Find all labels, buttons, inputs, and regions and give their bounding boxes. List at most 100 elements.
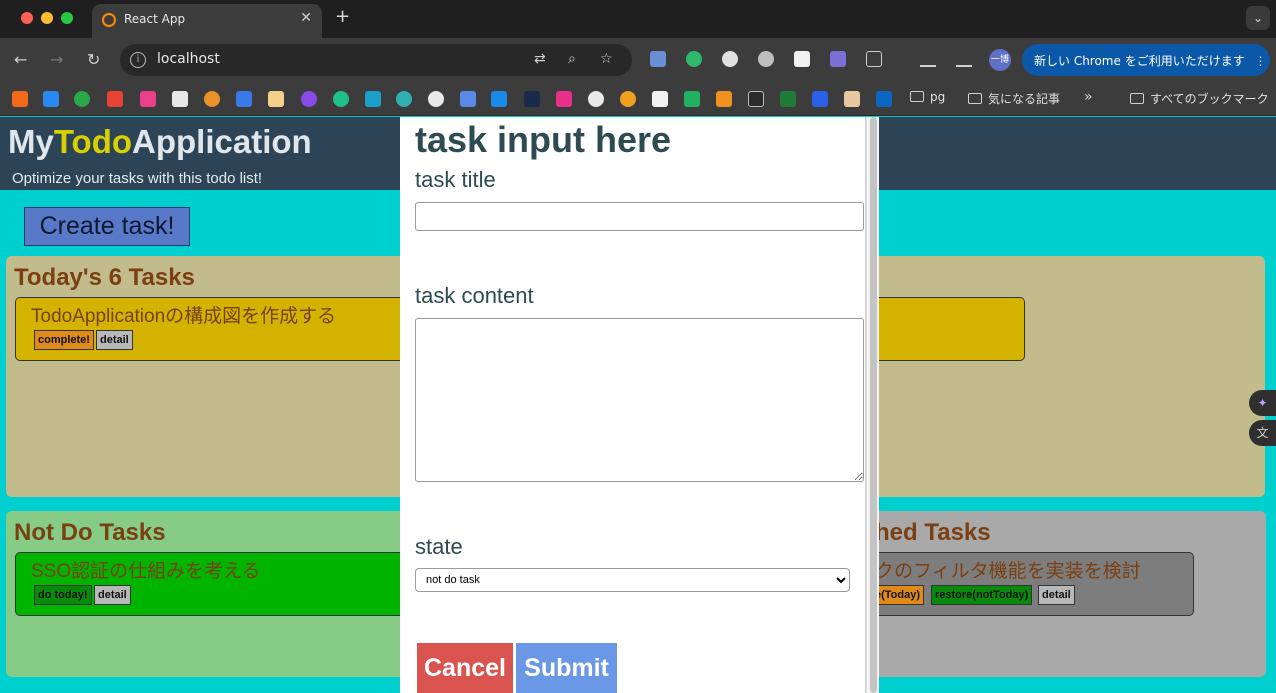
bookmark-icon[interactable] — [268, 91, 284, 107]
bookmark-folder-pg[interactable]: pg — [910, 90, 945, 104]
panel-title: Not Do Tasks — [14, 519, 166, 546]
folder-icon — [968, 93, 982, 104]
do-today-button[interactable]: do today! — [34, 585, 92, 605]
menu-dots-icon[interactable]: ⋮ — [1255, 54, 1267, 68]
translate-icon[interactable]: ⇄ — [534, 51, 546, 67]
bookmark-icon[interactable] — [333, 91, 349, 107]
profile-avatar[interactable]: 一博 — [989, 49, 1011, 71]
folder-label: 気になる記事 — [988, 92, 1061, 106]
browser-tab[interactable]: React App ✕ — [92, 4, 322, 38]
forward-arrow-icon[interactable]: → — [50, 50, 63, 69]
cloud-extension-icon[interactable] — [722, 51, 738, 67]
bookmark-star-icon[interactable]: ☆ — [600, 51, 613, 67]
scrollbar-thumb[interactable] — [870, 117, 877, 693]
translate-side-icon[interactable]: 文 — [1249, 420, 1276, 446]
bookmark-icon[interactable] — [556, 91, 572, 107]
task-title: SSO認証の仕組みを考える — [31, 561, 261, 582]
minimize-window-button[interactable] — [41, 12, 53, 24]
panel-title: Today's 6 Tasks — [14, 264, 195, 291]
zoom-icon[interactable]: ⌕ — [568, 51, 576, 67]
submit-button[interactable]: Submit — [516, 643, 617, 693]
windows-bookmark-icon[interactable] — [43, 91, 59, 107]
bookmark-icon[interactable] — [780, 91, 796, 107]
restore-not-today-button[interactable]: restore(notToday) — [931, 585, 1033, 605]
chrome-update-button[interactable]: 新しい Chrome をご利用いただけます ⋮ — [1022, 44, 1270, 76]
cancel-button[interactable]: Cancel — [417, 643, 513, 693]
task-title: クのフィルタ機能を実装を検討 — [875, 561, 1141, 582]
detail-button[interactable]: detail — [1038, 585, 1075, 605]
reload-icon[interactable]: ↻ — [87, 50, 100, 69]
task-title-label: task title — [415, 167, 496, 192]
puzzle-extensions-icon[interactable] — [866, 51, 882, 67]
bookmark-icon[interactable] — [365, 91, 381, 107]
extension-icon[interactable] — [650, 51, 666, 67]
folder-icon — [910, 91, 924, 102]
amazon-bookmark-icon[interactable] — [172, 91, 188, 107]
site-info-icon[interactable]: i — [130, 52, 146, 68]
openai-bookmark-icon[interactable] — [428, 91, 444, 107]
bookmark-icon[interactable] — [12, 91, 28, 107]
panel-title: hed Tasks — [875, 519, 991, 546]
task-title-input[interactable] — [415, 202, 864, 231]
download-icon[interactable] — [956, 51, 972, 67]
close-window-button[interactable] — [21, 12, 33, 24]
folder-label: すべてのブックマーク — [1150, 92, 1269, 106]
update-text: 新しい Chrome をご利用いただけます — [1034, 54, 1245, 68]
new-tab-button[interactable]: + — [335, 6, 350, 27]
bookmark-icon[interactable] — [716, 91, 732, 107]
back-arrow-icon[interactable]: ← — [14, 50, 27, 69]
github-bookmark-icon[interactable] — [588, 91, 604, 107]
browser-tab-bar: React App ✕ + ⌄ — [0, 0, 1276, 38]
state-select[interactable]: not do task — [415, 568, 850, 592]
bookmark-folder-all[interactable]: すべてのブックマーク — [1130, 90, 1269, 107]
bookmark-icon[interactable] — [491, 91, 507, 107]
task-input-modal: task input here task title task content … — [400, 117, 866, 693]
bookmark-icon[interactable] — [236, 91, 252, 107]
folder-label: pg — [930, 90, 946, 104]
sparkle-assistant-icon[interactable]: ✦ — [1249, 390, 1276, 416]
bookmark-icon[interactable] — [524, 91, 540, 107]
complete-button[interactable]: complete! — [34, 330, 94, 350]
bookmark-icon[interactable] — [684, 91, 700, 107]
bookmark-icon[interactable] — [396, 91, 412, 107]
task-content-textarea[interactable] — [415, 318, 864, 482]
bookmark-icon[interactable] — [812, 91, 828, 107]
bookmark-icon[interactable] — [140, 91, 156, 107]
bookmark-icon[interactable] — [460, 91, 476, 107]
bookmark-icon[interactable] — [652, 91, 668, 107]
browser-toolbar: ← → ↻ i localhost ⇄ ⌕ ☆ 一博 新しい Chrome をご… — [0, 38, 1276, 82]
state-label: state — [415, 534, 463, 559]
bookmark-icon[interactable] — [204, 91, 220, 107]
linkedin-bookmark-icon[interactable] — [876, 91, 892, 107]
bookmark-icon[interactable] — [748, 91, 764, 107]
app-subtitle: Optimize your tasks with this todo list! — [12, 170, 263, 187]
detail-button[interactable]: detail — [96, 330, 133, 350]
sync-extension-icon[interactable] — [686, 51, 702, 67]
bookmark-folder-articles[interactable]: 気になる記事 — [968, 90, 1060, 107]
page-viewport: MyTodoApplication Optimize your tasks wi… — [0, 117, 1276, 693]
more-bookmarks-icon[interactable]: » — [1084, 89, 1093, 105]
bookmark-icon[interactable] — [844, 91, 860, 107]
drive-bookmark-icon[interactable] — [74, 91, 90, 107]
maximize-window-button[interactable] — [61, 12, 73, 24]
title-highlight: Todo — [53, 123, 133, 160]
create-task-button[interactable]: Create task! — [24, 207, 190, 246]
title-part: My — [8, 123, 54, 160]
bookmark-icon[interactable] — [620, 91, 636, 107]
reading-list-icon[interactable] — [920, 51, 936, 67]
bookmark-icon[interactable] — [301, 91, 317, 107]
detail-button[interactable]: detail — [94, 585, 131, 605]
gmail-bookmark-icon[interactable] — [107, 91, 123, 107]
extension-icon[interactable] — [758, 51, 774, 67]
address-bar[interactable]: i localhost ⇄ ⌕ ☆ — [120, 44, 632, 76]
title-part: Application — [132, 123, 312, 160]
close-tab-icon[interactable]: ✕ — [300, 10, 312, 26]
extension-icon[interactable] — [794, 51, 810, 67]
modal-scrollbar[interactable] — [866, 117, 879, 693]
update-label: 新しい Chrome をご利用いただけます ⋮ — [1034, 52, 1267, 69]
task-title: TodoApplicationの構成図を作成する — [31, 306, 337, 327]
app-title: MyTodoApplication — [8, 123, 312, 161]
tab-search-chevron-icon[interactable]: ⌄ — [1246, 6, 1270, 30]
extension-icon[interactable] — [830, 51, 846, 67]
url-text[interactable]: localhost — [157, 51, 220, 67]
